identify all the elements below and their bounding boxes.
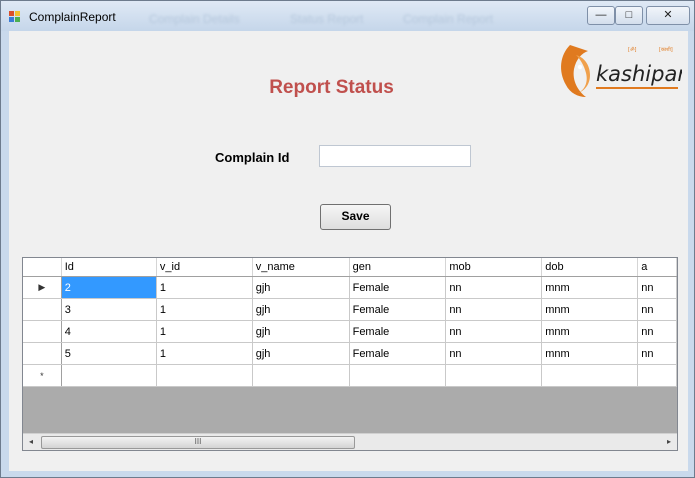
maximize-button[interactable]: □ bbox=[615, 6, 643, 25]
grid-cell[interactable]: nn bbox=[445, 276, 543, 299]
title-bar[interactable]: ComplainReport Complain Details Status R… bbox=[1, 1, 694, 31]
grid-cell[interactable]: 1 bbox=[156, 276, 253, 299]
grid-cell[interactable]: 5 bbox=[61, 342, 157, 365]
table-row[interactable]: 5 1 gjh Female nn mnm nn bbox=[23, 342, 677, 365]
column-header-mob[interactable]: mob bbox=[445, 258, 543, 277]
ghost-tab-complain-report: Complain Report bbox=[403, 12, 494, 26]
grid-cell[interactable]: Female bbox=[349, 320, 447, 343]
logo-tagline-2: [काशी] bbox=[659, 46, 673, 53]
grid-cell[interactable]: 1 bbox=[156, 342, 253, 365]
new-row-marker-icon[interactable]: * bbox=[23, 364, 62, 387]
grid-table: Id v_id v_name gen mob dob a ▶ 2 1 gjh F… bbox=[23, 258, 677, 387]
page-title: Report Status bbox=[269, 77, 394, 98]
grid-cell[interactable]: Female bbox=[349, 276, 447, 299]
complain-report-window: ComplainReport Complain Details Status R… bbox=[0, 0, 695, 478]
grid-cell[interactable]: 1 bbox=[156, 320, 253, 343]
grid-cell[interactable]: 2 bbox=[61, 276, 157, 299]
minimize-button[interactable]: — bbox=[587, 6, 615, 25]
ghost-tab-status-report: Status Report bbox=[290, 12, 364, 26]
grid-cell[interactable]: mnm bbox=[541, 320, 639, 343]
grid-cell[interactable] bbox=[637, 364, 677, 387]
horizontal-scrollbar[interactable]: ◂ III ▸ bbox=[23, 433, 677, 450]
window-title: ComplainReport bbox=[29, 10, 116, 24]
column-header-id[interactable]: Id bbox=[61, 258, 157, 277]
report-data-grid[interactable]: Id v_id v_name gen mob dob a ▶ 2 1 gjh F… bbox=[22, 257, 678, 451]
grid-cell[interactable]: nn bbox=[637, 342, 677, 365]
grid-cell[interactable]: gjh bbox=[252, 320, 350, 343]
grid-cell[interactable]: nn bbox=[637, 276, 677, 299]
app-icon bbox=[9, 11, 21, 23]
grid-cell[interactable] bbox=[156, 364, 253, 387]
grid-cell[interactable] bbox=[445, 364, 543, 387]
ghost-tab-complain-details: Complain Details bbox=[149, 12, 240, 26]
column-header-a[interactable]: a bbox=[637, 258, 677, 277]
grid-cell[interactable]: Female bbox=[349, 342, 447, 365]
close-button[interactable]: ✕ bbox=[646, 6, 690, 25]
table-row[interactable]: ▶ 2 1 gjh Female nn mnm nn bbox=[23, 276, 677, 299]
column-header-v-id[interactable]: v_id bbox=[156, 258, 253, 277]
grid-cell[interactable]: mnm bbox=[541, 342, 639, 365]
complain-id-input[interactable] bbox=[319, 145, 471, 167]
grid-cell[interactable]: nn bbox=[637, 298, 677, 321]
row-header[interactable] bbox=[23, 342, 62, 365]
grid-cell[interactable] bbox=[61, 364, 157, 387]
grid-cell[interactable]: gjh bbox=[252, 276, 350, 299]
column-header-gen[interactable]: gen bbox=[349, 258, 447, 277]
grid-cell[interactable]: nn bbox=[637, 320, 677, 343]
grid-cell[interactable]: Female bbox=[349, 298, 447, 321]
grid-cell[interactable]: nn bbox=[445, 320, 543, 343]
save-button[interactable]: Save bbox=[320, 204, 391, 230]
grid-cell[interactable] bbox=[541, 364, 639, 387]
grid-cell[interactable] bbox=[349, 364, 447, 387]
grid-cell[interactable]: nn bbox=[445, 298, 543, 321]
scroll-left-icon[interactable]: ◂ bbox=[24, 435, 38, 449]
new-row[interactable]: * bbox=[23, 364, 677, 387]
logo-tagline-1: [ॐ] bbox=[628, 46, 637, 53]
scrollbar-thumb[interactable]: III bbox=[41, 436, 355, 449]
column-header-v-name[interactable]: v_name bbox=[252, 258, 350, 277]
current-row-marker-icon[interactable]: ▶ bbox=[23, 276, 62, 299]
table-row[interactable]: 4 1 gjh Female nn mnm nn bbox=[23, 320, 677, 343]
grid-header-row: Id v_id v_name gen mob dob a bbox=[23, 258, 677, 277]
grid-cell[interactable]: 3 bbox=[61, 298, 157, 321]
grid-cell[interactable]: 1 bbox=[156, 298, 253, 321]
grid-cell[interactable]: mnm bbox=[541, 298, 639, 321]
grid-cell[interactable]: nn bbox=[445, 342, 543, 365]
column-header-dob[interactable]: dob bbox=[541, 258, 639, 277]
grid-cell[interactable]: gjh bbox=[252, 342, 350, 365]
grid-cell[interactable]: 4 bbox=[61, 320, 157, 343]
grid-corner bbox=[23, 258, 62, 277]
complain-id-label: Complain Id bbox=[215, 150, 290, 165]
table-row[interactable]: 3 1 gjh Female nn mnm nn bbox=[23, 298, 677, 321]
form-client-area: kashipara [ॐ] [काशी] Report Status Compl… bbox=[9, 31, 688, 471]
row-header[interactable] bbox=[23, 298, 62, 321]
grid-cell[interactable] bbox=[252, 364, 350, 387]
scroll-right-icon[interactable]: ▸ bbox=[662, 435, 676, 449]
grid-cell[interactable]: mnm bbox=[541, 276, 639, 299]
row-header[interactable] bbox=[23, 320, 62, 343]
grid-cell[interactable]: gjh bbox=[252, 298, 350, 321]
